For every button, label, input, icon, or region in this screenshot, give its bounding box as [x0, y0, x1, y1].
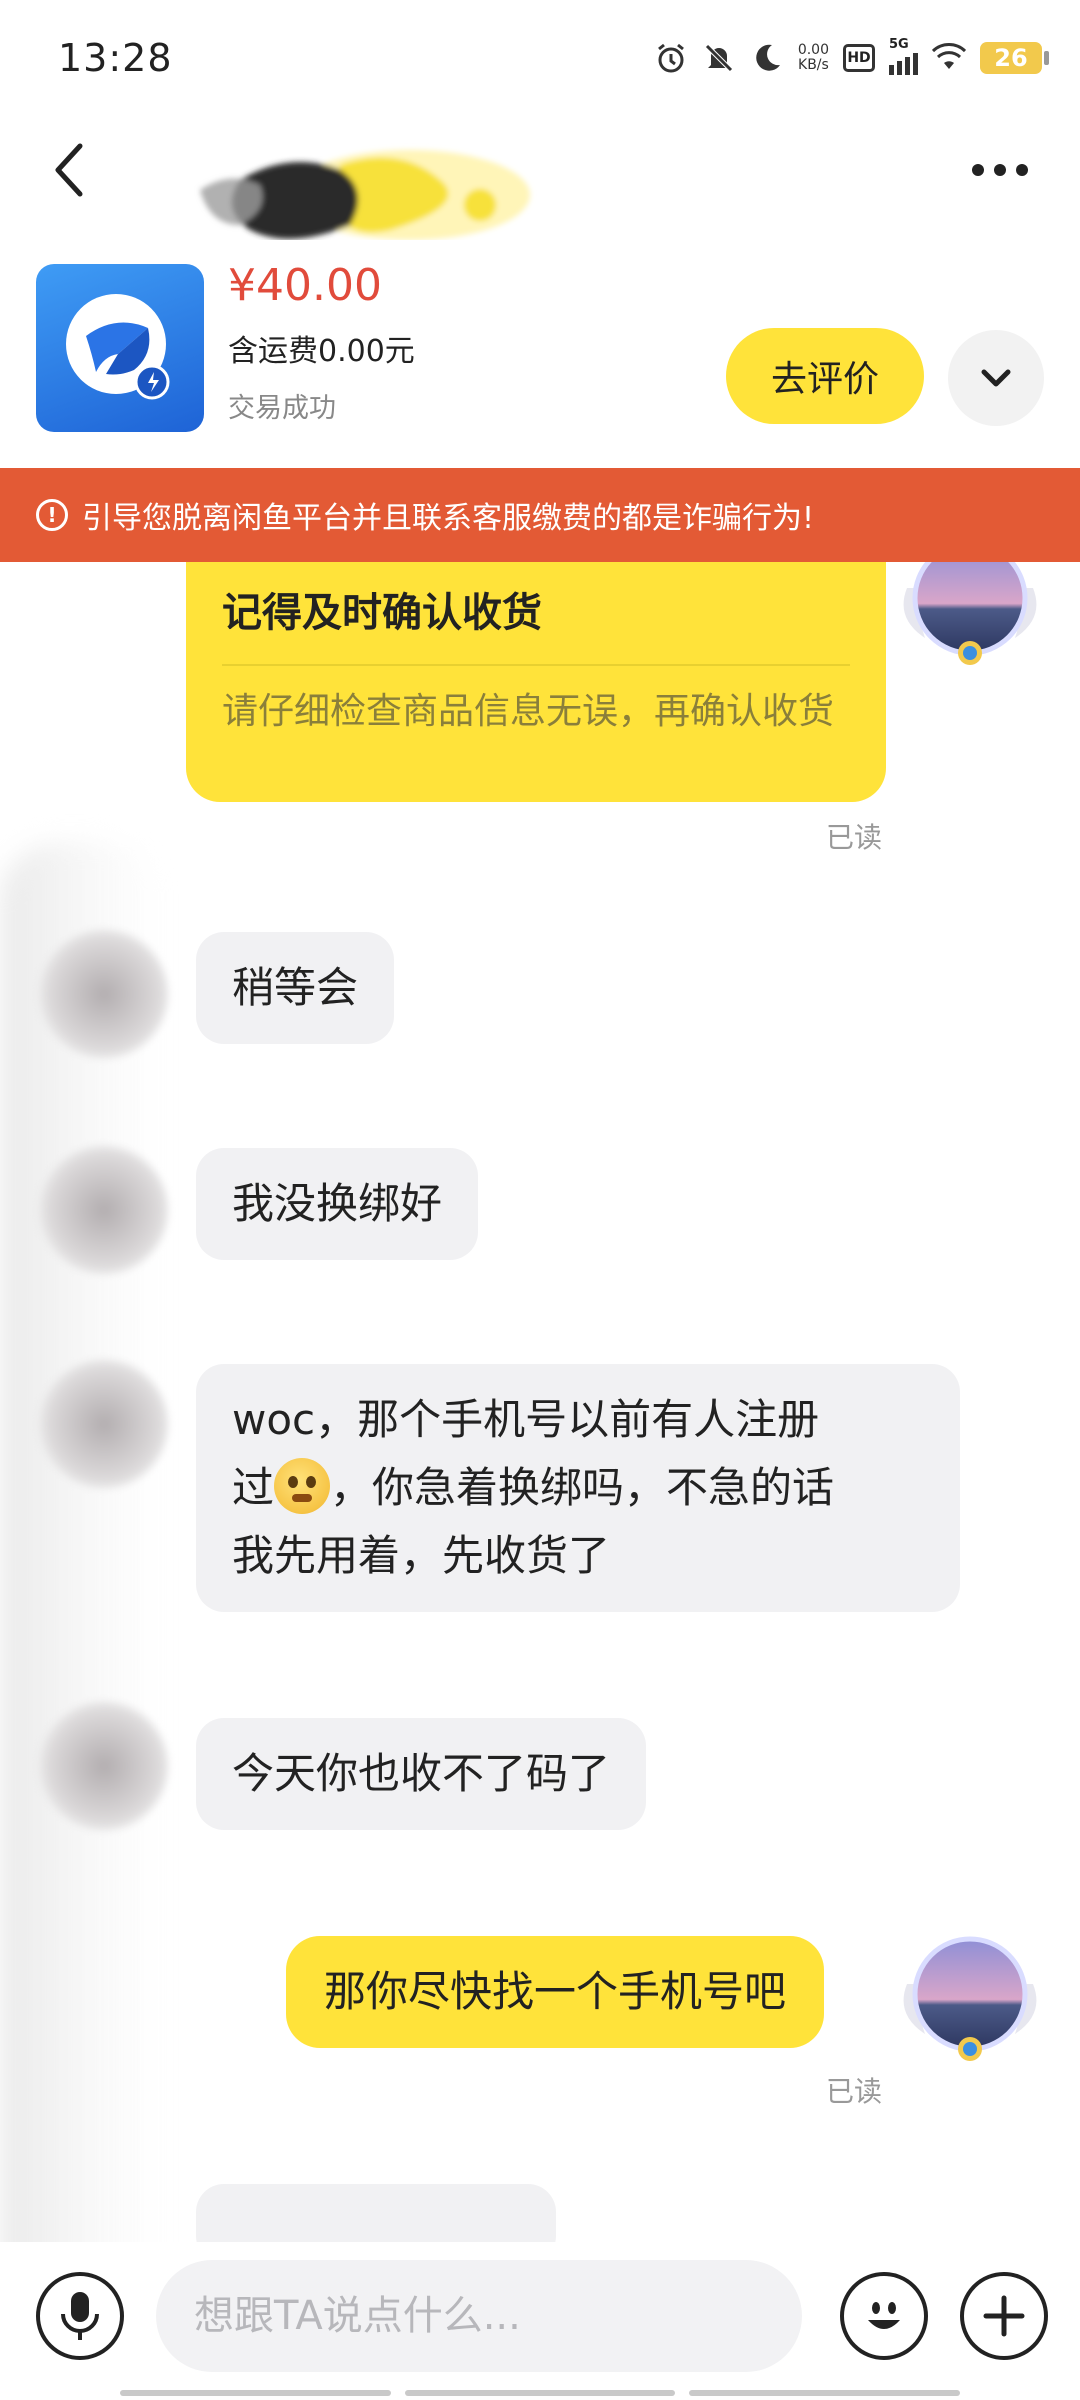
message-input[interactable] — [156, 2260, 802, 2372]
emoji-button[interactable] — [840, 2272, 928, 2360]
emoji-icon — [868, 2302, 900, 2329]
trade-status: 交易成功 — [228, 393, 336, 424]
message-bubble[interactable]: 那你尽快找一个手机号吧 — [286, 1936, 825, 2048]
plus-icon — [983, 2295, 1025, 2337]
my-avatar[interactable] — [895, 1924, 1045, 2074]
gesture-bar — [120, 2390, 961, 2398]
message-bubble[interactable]: 今天你也收不了码了 — [196, 1718, 647, 1830]
message-text: 过 — [232, 1463, 275, 1512]
moon-icon — [750, 41, 784, 75]
wifi-icon — [932, 41, 966, 75]
status-bar: 13:28 0.00 KB/s HD 5G 26 — [0, 0, 1080, 110]
hd-icon: HD — [843, 44, 875, 72]
message-line: woc，那个手机号以前有人注册 — [232, 1395, 820, 1444]
sender-avatar[interactable] — [40, 930, 168, 1058]
mute-bell-icon — [702, 41, 736, 75]
chat-area[interactable]: 记得及时确认收货 请仔细检查商品信息无误，再确认收货 已读 稍等会 我没换绑好 … — [0, 562, 1080, 2242]
net-speed-unit: KB/s — [798, 57, 829, 73]
shipping-fee: 含运费0.00元 — [228, 334, 415, 369]
my-avatar[interactable] — [895, 562, 1045, 678]
confirm-receipt-card[interactable]: 记得及时确认收货 请仔细检查商品信息无误，再确认收货 — [186, 562, 886, 802]
warning-text: 引导您脱离闲鱼平台并且联系客服缴费的都是诈骗行为! — [82, 501, 815, 536]
input-bar — [0, 2242, 1080, 2400]
read-receipt: 已读 — [826, 821, 883, 854]
card-divider — [222, 664, 850, 666]
read-receipt: 已读 — [826, 2075, 883, 2108]
app-logo-icon — [66, 294, 170, 400]
message-bubble-partial[interactable] — [196, 2184, 556, 2242]
fraud-warning-banner: ! 引导您脱离闲鱼平台并且联系客服缴费的都是诈骗行为! — [0, 468, 1080, 562]
microphone-icon — [61, 2292, 99, 2340]
message-text: ，你急着换绑吗，不急的话 — [330, 1463, 835, 1512]
sweat-emoji-icon — [274, 1458, 331, 1514]
message-bubble[interactable]: 稍等会 — [196, 932, 395, 1044]
plus-button[interactable] — [960, 2272, 1048, 2360]
message-line: 过 ，你急着换绑吗，不急的话 — [232, 1454, 924, 1522]
product-card[interactable]: ¥40.00 含运费0.00元 交易成功 去评价 — [0, 250, 1080, 468]
more-button[interactable] — [960, 140, 1040, 200]
card-body: 请仔细检查商品信息无误，再确认收货 — [222, 691, 835, 732]
product-price: ¥40.00 — [228, 260, 382, 311]
review-button[interactable]: 去评价 — [726, 328, 924, 424]
signal-icon: 5G — [889, 37, 918, 75]
net-speed: 0.00 KB/s — [798, 43, 829, 73]
chat-header — [0, 110, 1080, 250]
chevron-down-icon — [981, 369, 1011, 387]
voice-button[interactable] — [36, 2272, 124, 2360]
sender-avatar[interactable] — [40, 1146, 168, 1274]
product-image[interactable] — [36, 264, 204, 432]
sender-avatar[interactable] — [40, 1360, 168, 1488]
message-bubble[interactable]: woc，那个手机号以前有人注册 过 ，你急着换绑吗，不急的话 我先用着，先收货了 — [196, 1364, 960, 1612]
status-time: 13:28 — [58, 36, 173, 80]
signal-label: 5G — [889, 37, 909, 52]
card-title: 记得及时确认收货 — [222, 590, 542, 636]
alarm-icon — [654, 41, 688, 75]
expand-button[interactable] — [948, 330, 1044, 426]
username-redacted — [200, 150, 530, 240]
back-button[interactable] — [40, 130, 100, 210]
message-bubble[interactable]: 我没换绑好 — [196, 1148, 479, 1260]
battery-icon: 26 — [980, 42, 1049, 74]
status-icons: 0.00 KB/s HD 5G 26 — [654, 36, 1049, 80]
more-dots-icon — [972, 164, 984, 176]
sender-avatar[interactable] — [40, 1702, 168, 1830]
message-line: 我先用着，先收货了 — [232, 1531, 611, 1580]
net-speed-value: 0.00 — [797, 42, 829, 58]
warning-icon: ! — [36, 499, 68, 531]
chevron-left-icon — [55, 143, 83, 197]
